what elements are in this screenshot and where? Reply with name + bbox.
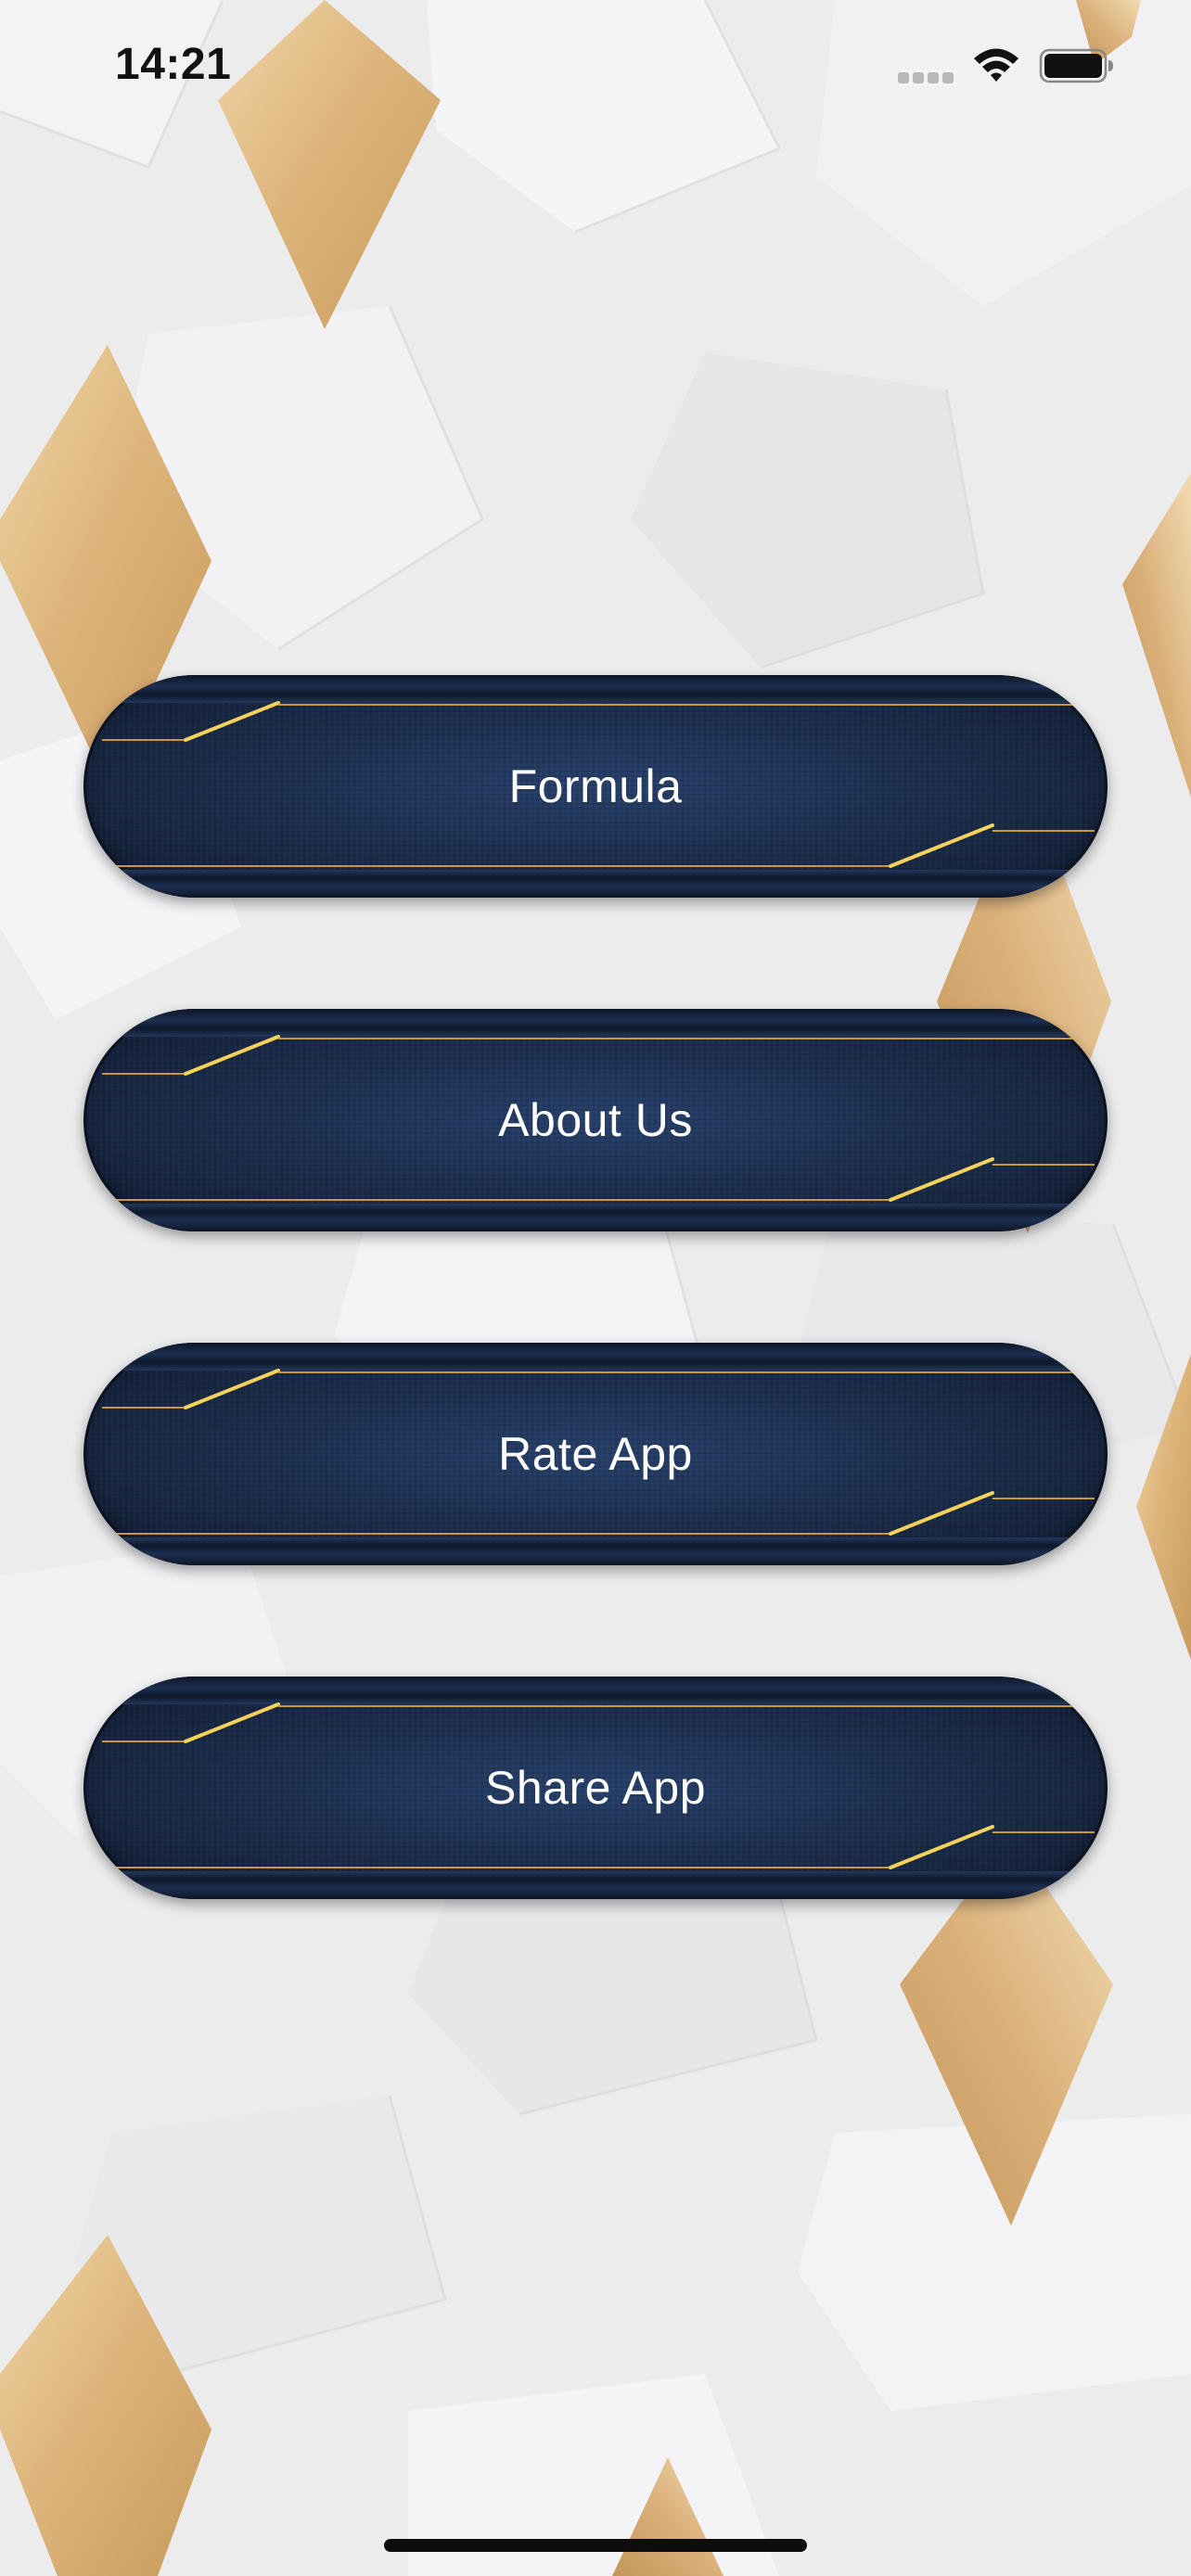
wifi-icon [974, 48, 1018, 82]
main-menu: Formula About Us Rate App Share App [83, 675, 1108, 2010]
about-us-button[interactable]: About Us [83, 1009, 1108, 1231]
share-app-button-label: Share App [484, 1762, 707, 1814]
share-app-button[interactable]: Share App [83, 1677, 1108, 1899]
about-us-button-label: About Us [498, 1094, 693, 1146]
battery-icon [1039, 48, 1113, 83]
home-indicator[interactable] [384, 2539, 807, 2552]
formula-button[interactable]: Formula [83, 675, 1108, 898]
status-time: 14:21 [115, 40, 232, 89]
rate-app-button-label: Rate App [498, 1428, 693, 1480]
status-bar: 14:21 [0, 0, 1191, 139]
rate-app-button[interactable]: Rate App [83, 1343, 1108, 1565]
signal-icon [898, 72, 957, 85]
formula-button-label: Formula [508, 760, 683, 812]
